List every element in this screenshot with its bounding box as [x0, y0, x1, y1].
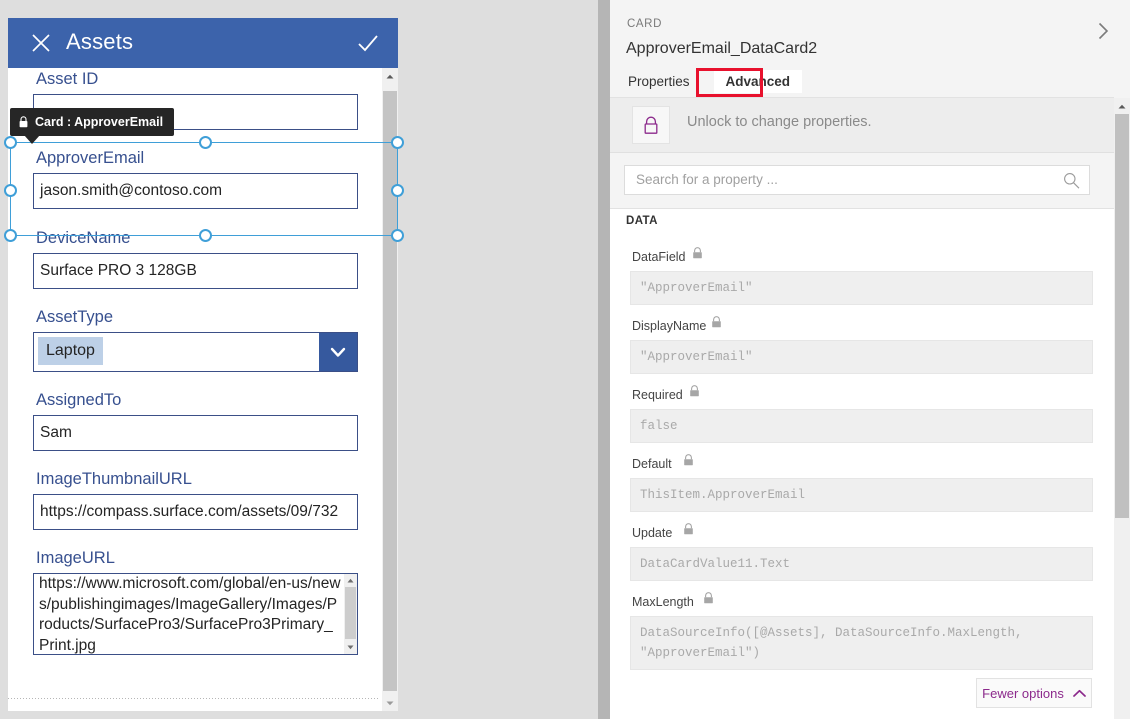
properties-list[interactable]: DATA DataField "ApproverEmail" DisplayNa… — [610, 209, 1114, 719]
checkmark-icon[interactable] — [356, 32, 380, 56]
dropdown-selected-value: Laptop — [38, 337, 103, 365]
search-placeholder: Search for a property ... — [636, 172, 778, 187]
form-scrollbar[interactable] — [382, 68, 398, 711]
form-scroll-viewport[interactable]: Asset ID ApproverEmail jason.smith@conto… — [8, 68, 398, 711]
unlock-banner: Unlock to change properties. — [610, 98, 1114, 153]
lock-icon — [703, 591, 714, 604]
property-value[interactable]: ThisItem.ApproverEmail — [630, 478, 1093, 512]
form-fields-container: Asset ID ApproverEmail jason.smith@conto… — [8, 68, 380, 655]
datacard-asset-type[interactable]: AssetType Laptop — [8, 289, 380, 372]
datacard-label: ImageThumbnailURL — [36, 470, 192, 488]
close-x-icon[interactable] — [30, 32, 52, 54]
panel-divider[interactable] — [598, 0, 610, 719]
pane-control-name: ApproverEmail_DataCard2 — [626, 40, 818, 57]
search-input[interactable]: Search for a property ... — [624, 165, 1090, 195]
chevron-down-icon[interactable] — [319, 333, 357, 371]
property-value[interactable]: false — [630, 409, 1093, 443]
chevron-up-icon — [1072, 689, 1086, 698]
datacard-label: ImageURL — [36, 549, 115, 567]
properties-pane[interactable]: CARD ApproverEmail_DataCard2 Properties … — [610, 0, 1130, 719]
scrollbar-thumb[interactable] — [383, 91, 397, 691]
datacard-image-url[interactable]: ImageURL https://www.microsoft.com/globa… — [8, 530, 380, 655]
selection-tooltip: Card : ApproverEmail — [10, 108, 175, 144]
section-title-data: DATA — [626, 215, 658, 227]
lock-icon — [683, 453, 694, 466]
scroll-down-icon[interactable] — [382, 695, 398, 711]
pane-header: CARD ApproverEmail_DataCard2 Properties … — [610, 0, 1130, 98]
datacard-approver-email[interactable]: ApproverEmail jason.smith@contoso.com — [8, 130, 380, 209]
property-label: Update — [632, 526, 673, 540]
image-url-textarea[interactable]: https://www.microsoft.com/global/en-us/n… — [33, 573, 358, 655]
pane-scrollbar-track-top — [1114, 0, 1130, 98]
property-search-zone: Search for a property ... — [610, 153, 1114, 209]
lock-icon — [689, 384, 700, 397]
fewer-options-label: Fewer options — [982, 685, 1064, 701]
lock-icon[interactable] — [632, 106, 670, 144]
datacard-value-input[interactable]: https://compass.surface.com/assets/09/73… — [33, 494, 358, 530]
datacard-label: AssignedTo — [36, 391, 122, 409]
datacard-value-input[interactable]: Surface PRO 3 128GB — [33, 253, 358, 289]
property-label: MaxLength — [632, 595, 694, 609]
scrollbar-thumb[interactable] — [1115, 114, 1129, 518]
tab-advanced-label: Advanced — [725, 74, 791, 89]
datacard-label: DeviceName — [36, 229, 131, 247]
property-value[interactable]: DataCardValue11.Text — [630, 547, 1093, 581]
unlock-message: Unlock to change properties. — [687, 114, 872, 130]
tab-properties-label: Properties — [628, 74, 690, 89]
datacard-device-name[interactable]: DeviceName Surface PRO 3 128GB — [8, 209, 380, 289]
lock-icon — [692, 246, 703, 259]
scrollbar-thumb[interactable] — [345, 587, 356, 639]
tooltip-arrow — [24, 135, 40, 144]
app-title: Assets — [66, 29, 134, 54]
tab-properties[interactable]: Properties — [626, 70, 692, 93]
datacard-assigned-to[interactable]: AssignedTo Sam — [8, 372, 380, 451]
alignment-guide — [8, 698, 380, 699]
search-icon[interactable] — [1063, 172, 1080, 189]
lock-icon — [711, 315, 722, 328]
tab-advanced[interactable]: Advanced — [713, 70, 803, 93]
datacard-label: ApproverEmail — [36, 149, 145, 167]
scroll-up-icon[interactable] — [382, 68, 398, 84]
textarea-scrollbar[interactable] — [344, 574, 357, 654]
datacard-label: Asset ID — [36, 70, 99, 88]
canvas-area[interactable]: Assets Asset ID ApproverEmail jason.smit… — [0, 0, 598, 719]
asset-type-dropdown[interactable]: Laptop — [33, 332, 358, 372]
fewer-options-button[interactable]: Fewer options — [976, 678, 1092, 708]
datacard-value-input[interactable]: jason.smith@contoso.com — [33, 173, 358, 209]
property-value[interactable]: DataSourceInfo([@Assets], DataSourceInfo… — [630, 616, 1093, 670]
property-label: DataField — [632, 250, 686, 264]
datacard-label: AssetType — [36, 308, 114, 326]
scroll-up-icon[interactable] — [344, 574, 357, 587]
property-label: Required — [632, 388, 683, 402]
chevron-right-icon[interactable] — [1092, 20, 1114, 42]
datacard-image-thumbnail-url[interactable]: ImageThumbnailURL https://compass.surfac… — [8, 451, 380, 530]
lock-icon — [683, 522, 694, 535]
property-value[interactable]: "ApproverEmail" — [630, 340, 1093, 374]
property-label: DisplayName — [632, 319, 707, 333]
pane-scrollbar[interactable] — [1114, 98, 1130, 719]
pane-kicker: CARD — [627, 18, 662, 30]
powerapps-studio-screen: Assets Asset ID ApproverEmail jason.smit… — [0, 0, 1130, 719]
app-title-bar: Assets — [8, 18, 398, 68]
scroll-up-icon[interactable] — [1114, 98, 1130, 114]
selection-tooltip-label: Card : ApproverEmail — [35, 115, 164, 129]
property-value[interactable]: "ApproverEmail" — [630, 271, 1093, 305]
textarea-value: https://www.microsoft.com/global/en-us/n… — [39, 575, 341, 654]
pane-tabs[interactable]: Properties Advanced — [626, 70, 803, 93]
lock-icon — [19, 116, 28, 128]
datacard-value-input[interactable]: Sam — [33, 415, 358, 451]
scroll-down-icon[interactable] — [344, 641, 357, 654]
property-label: Default — [632, 457, 672, 471]
